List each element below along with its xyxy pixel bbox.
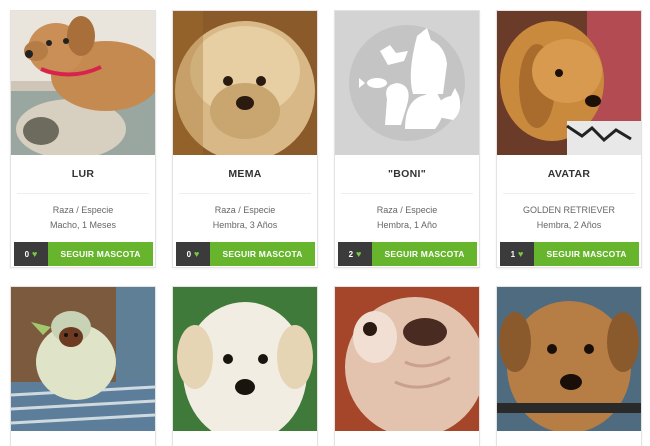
divider <box>503 193 635 194</box>
pet-photo[interactable] <box>497 11 641 155</box>
pet-photo[interactable] <box>11 287 155 431</box>
heart-icon: ♥ <box>518 248 524 259</box>
pet-card: "BONI" Raza / Especie Hembra, 1 Año 2 ♥ … <box>334 10 480 268</box>
pet-grid: LUR Raza / Especie Macho, 1 Meses 0 ♥ SE… <box>0 0 650 446</box>
pet-photo[interactable] <box>173 287 317 431</box>
pet-breed: GOLDEN RETRIEVER <box>522 205 616 215</box>
pet-photo[interactable] <box>11 11 155 155</box>
follower-count-value: 0 <box>24 249 30 259</box>
pet-photo-placeholder[interactable] <box>335 11 479 155</box>
follow-pet-button[interactable]: SEGUIR MASCOTA <box>372 242 477 266</box>
card-actions: 2 ♥ SEGUIR MASCOTA <box>338 242 477 266</box>
follower-count: 0 ♥ <box>176 242 210 266</box>
divider <box>179 193 311 194</box>
follow-pet-button[interactable]: SEGUIR MASCOTA <box>210 242 315 266</box>
pet-photo[interactable] <box>497 287 641 431</box>
pet-card: LUR Raza / Especie Macho, 1 Meses 0 ♥ SE… <box>10 10 156 268</box>
heart-icon: ♥ <box>356 248 362 259</box>
pet-breed: Raza / Especie <box>376 205 438 215</box>
pet-breed: Raza / Especie <box>52 205 114 215</box>
pet-card <box>334 286 480 446</box>
heart-icon: ♥ <box>32 248 38 259</box>
pet-card: AVATAR GOLDEN RETRIEVER Hembra, 2 Años 1… <box>496 10 642 268</box>
pet-breed: Raza / Especie <box>214 205 276 215</box>
follower-count: 0 ♥ <box>14 242 48 266</box>
follow-pet-button[interactable]: SEGUIR MASCOTA <box>534 242 639 266</box>
pet-sex-age: Hembra, 3 Años <box>212 220 278 230</box>
pet-card <box>172 286 318 446</box>
heart-icon: ♥ <box>194 248 200 259</box>
follower-count: 2 ♥ <box>338 242 372 266</box>
card-actions: 0 ♥ SEGUIR MASCOTA <box>14 242 153 266</box>
pet-card: MEMA Raza / Especie Hembra, 3 Años 0 ♥ S… <box>172 10 318 268</box>
follower-count-value: 2 <box>348 249 354 259</box>
pets-silhouette-icon <box>335 11 479 155</box>
card-actions: 0 ♥ SEGUIR MASCOTA <box>176 242 315 266</box>
follower-count: 1 ♥ <box>500 242 534 266</box>
follow-pet-button[interactable]: SEGUIR MASCOTA <box>48 242 153 266</box>
pet-name[interactable]: AVATAR <box>497 168 641 180</box>
pet-photo[interactable] <box>335 287 479 431</box>
follower-count-value: 1 <box>510 249 516 259</box>
pet-card <box>496 286 642 446</box>
pet-sex-age: Hembra, 1 Año <box>376 220 438 230</box>
follower-count-value: 0 <box>186 249 192 259</box>
pet-sex-age: Hembra, 2 Años <box>536 220 602 230</box>
card-actions: 1 ♥ SEGUIR MASCOTA <box>500 242 639 266</box>
divider <box>17 193 149 194</box>
pet-name[interactable]: MEMA <box>173 168 317 180</box>
divider <box>341 193 473 194</box>
pet-sex-age: Macho, 1 Meses <box>49 220 117 230</box>
pet-name[interactable]: "BONI" <box>335 168 479 180</box>
pet-card <box>10 286 156 446</box>
pet-photo[interactable] <box>173 11 317 155</box>
pet-name[interactable]: LUR <box>11 168 155 180</box>
